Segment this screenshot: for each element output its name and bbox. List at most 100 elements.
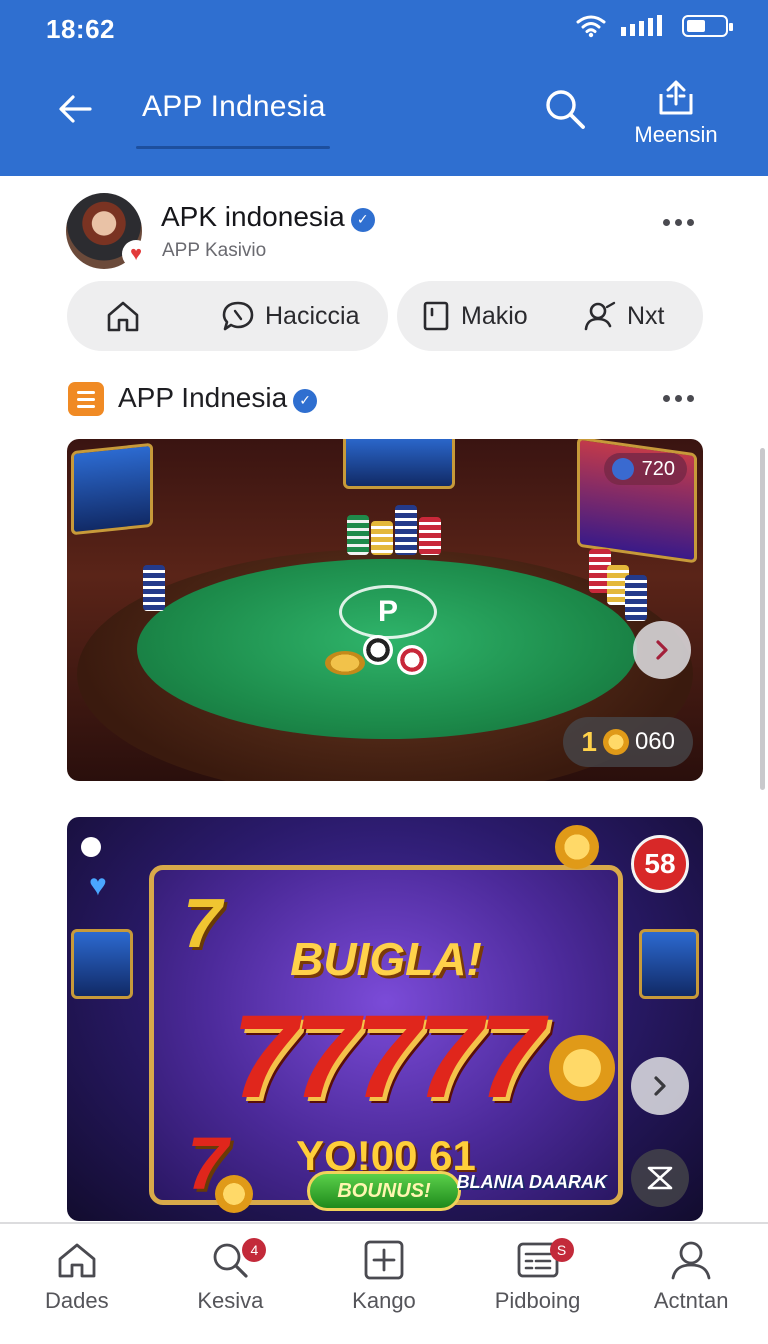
dot bbox=[686, 218, 694, 226]
nav-label: Kango bbox=[352, 1288, 416, 1313]
users-icon bbox=[584, 301, 616, 331]
slot-machine-center bbox=[343, 439, 455, 489]
clipboard-list-icon bbox=[68, 382, 104, 416]
section-title-text: APP Indnesia bbox=[118, 382, 288, 413]
mute-icon bbox=[647, 1166, 673, 1190]
profile-subtitle: APP Kasivio bbox=[162, 240, 267, 261]
coin-icon bbox=[215, 1175, 253, 1213]
pill-makio[interactable]: Makio bbox=[421, 281, 528, 351]
profile-name-text: APK indonesia bbox=[161, 201, 345, 232]
chip bbox=[325, 651, 365, 675]
app-bar: 18:62 APP Indnesia Meensin bbox=[0, 0, 768, 176]
bonus-button[interactable]: BOUNUS! bbox=[307, 1171, 461, 1211]
title-underline bbox=[136, 146, 330, 149]
signal-icon bbox=[621, 15, 662, 36]
chip bbox=[397, 645, 427, 675]
scrollbar[interactable] bbox=[760, 448, 765, 790]
chevron-right-icon bbox=[656, 640, 668, 660]
wifi-icon bbox=[576, 15, 606, 38]
coin-icon bbox=[555, 825, 599, 869]
nav-item-kango[interactable]: Kango bbox=[307, 1224, 461, 1344]
line bbox=[77, 390, 95, 394]
table-logo-icon: P bbox=[339, 585, 437, 639]
nav-label: Dades bbox=[45, 1288, 109, 1313]
slot-reels: 77777 bbox=[231, 991, 544, 1123]
chevron-right-icon bbox=[654, 1076, 666, 1096]
verified-icon: ✓ bbox=[350, 207, 375, 232]
nav-label: Kesiva bbox=[197, 1288, 264, 1313]
dot bbox=[674, 218, 682, 226]
counter-value: 060 bbox=[634, 728, 675, 755]
pill-nxt[interactable]: Nxt bbox=[583, 281, 665, 351]
nav-item-pidboing[interactable]: S Pidboing bbox=[461, 1224, 615, 1344]
profile-name[interactable]: APK indonesia ✓ bbox=[161, 201, 375, 233]
share-label: Meensin bbox=[634, 122, 718, 147]
media-card-slots[interactable]: ♥ BUIGLA! 77777 YO!00 61 7 7 BOUNUS! 58 … bbox=[67, 817, 703, 1221]
status-time: 18:62 bbox=[46, 14, 115, 44]
heart-icon: ♥ bbox=[89, 869, 107, 902]
chip-stack bbox=[419, 517, 441, 555]
page-title: APP Indnesia bbox=[142, 90, 326, 123]
chip-stack bbox=[347, 515, 369, 555]
chip bbox=[363, 635, 393, 665]
mute-button[interactable] bbox=[631, 1149, 689, 1207]
nav-item-actntan[interactable]: Actntan bbox=[614, 1224, 768, 1344]
record-icon bbox=[81, 837, 101, 857]
section-more-button[interactable] bbox=[656, 383, 700, 413]
nav-item-kesiva[interactable]: 4 Kesiva bbox=[154, 1224, 308, 1344]
status-icons bbox=[576, 14, 733, 38]
viewer-badge: 720 bbox=[603, 453, 687, 485]
pill-haciccia-label: Haciccia bbox=[265, 301, 360, 330]
coin-icon bbox=[549, 1035, 615, 1101]
search-icon bbox=[546, 90, 585, 129]
nav-label: Actntan bbox=[653, 1288, 729, 1313]
arrow-left-icon bbox=[59, 95, 92, 123]
dot bbox=[686, 394, 694, 402]
badge-avatar-icon bbox=[611, 458, 634, 480]
slot-machine-right bbox=[639, 929, 699, 999]
share-upload-icon bbox=[659, 80, 693, 115]
line bbox=[77, 397, 95, 401]
chat-bubble-icon bbox=[222, 301, 254, 331]
chip-stack bbox=[395, 505, 417, 555]
next-button[interactable] bbox=[633, 621, 691, 679]
brand-logo: BLANIA DAARAK bbox=[456, 1172, 607, 1192]
dot bbox=[662, 394, 670, 402]
slot-machine-left bbox=[71, 929, 133, 999]
line bbox=[77, 404, 95, 408]
seven-icon: 7 bbox=[183, 884, 222, 962]
dot bbox=[662, 218, 670, 226]
back-button[interactable] bbox=[52, 86, 98, 132]
pill-home[interactable] bbox=[105, 281, 151, 351]
next-button[interactable] bbox=[631, 1057, 689, 1115]
viewer-count: 720 bbox=[641, 457, 675, 480]
battery-icon bbox=[682, 15, 733, 37]
count-badge: 58 bbox=[631, 835, 689, 893]
coin-counter: 1 060 bbox=[563, 717, 693, 767]
section-title[interactable]: APP Indnesia ✓ bbox=[118, 382, 318, 414]
verified-icon: ✓ bbox=[293, 388, 318, 413]
media-card-poker[interactable]: P 720 1 060 bbox=[67, 439, 703, 781]
slot-headline: BUIGLA! bbox=[290, 933, 482, 985]
pill-group-right: Makio Nxt bbox=[397, 281, 703, 351]
pill-haciccia[interactable]: Haciccia bbox=[221, 281, 359, 351]
nav-label: Pidboing bbox=[494, 1288, 581, 1313]
chip-stack bbox=[371, 521, 393, 555]
bottom-nav: Dades 4 Kesiva Kango S Pidboing Actntan bbox=[0, 1222, 768, 1344]
heart-icon: ♥ bbox=[122, 240, 150, 268]
pill-group-left: Haciccia bbox=[67, 281, 388, 351]
chip-stack bbox=[143, 565, 165, 611]
counter-prefix: 1 bbox=[581, 726, 597, 757]
chip-stack bbox=[625, 575, 647, 621]
search-button[interactable] bbox=[538, 82, 592, 136]
pill-makio-label: Makio bbox=[461, 301, 528, 330]
nav-item-dades[interactable]: Dades bbox=[0, 1224, 154, 1344]
slot-machine-left bbox=[71, 442, 153, 536]
share-button[interactable]: Meensin bbox=[628, 80, 724, 156]
dot bbox=[674, 394, 682, 402]
profile-more-button[interactable] bbox=[656, 207, 700, 237]
pill-nxt-label: Nxt bbox=[627, 301, 665, 330]
notification-badge: 4 bbox=[242, 1238, 267, 1262]
home-icon bbox=[107, 301, 139, 332]
home-icon bbox=[58, 1243, 96, 1278]
